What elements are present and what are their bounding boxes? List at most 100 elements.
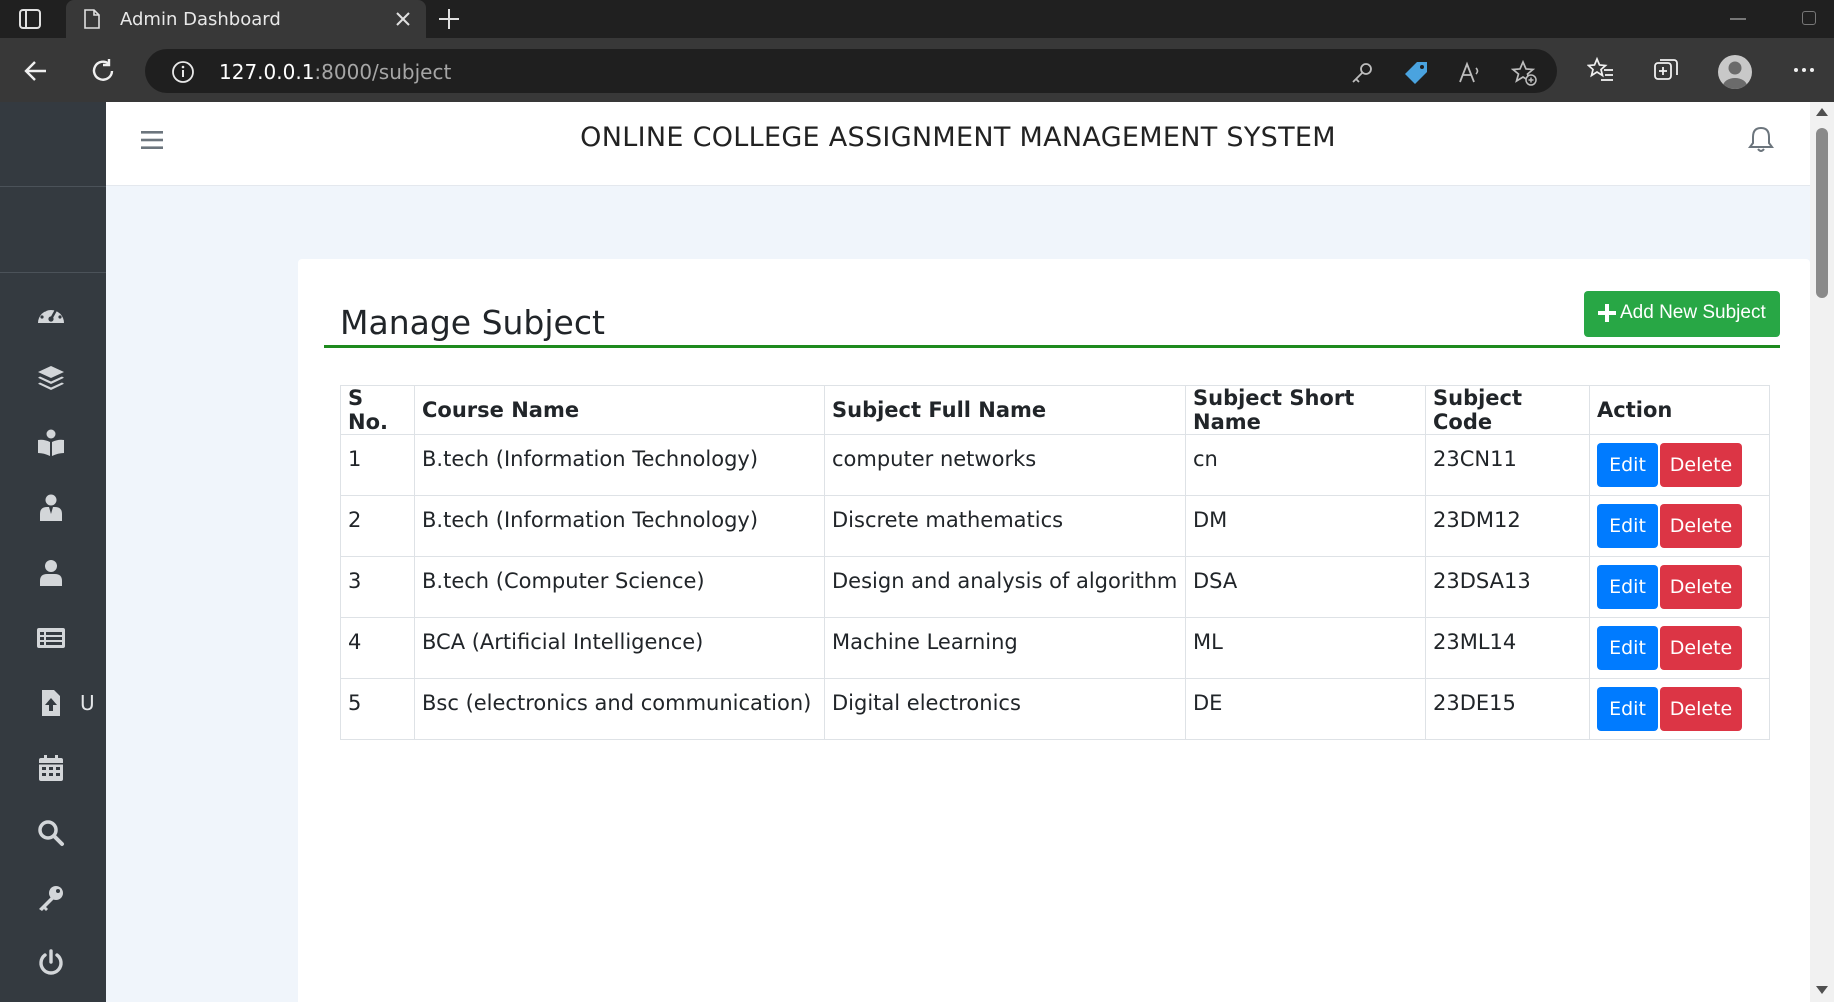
top-navbar: ONLINE COLLEGE ASSIGNMENT MANAGEMENT SYS… [106,102,1810,186]
browser-tab[interactable]: Admin Dashboard [66,0,426,38]
table-row: 1 B.tech (Information Technology) comput… [340,434,1770,496]
delete-button[interactable]: Delete [1660,443,1742,487]
browser-toolbar: 127.0.0.1:8000/subject [0,38,1834,102]
cell-sno: 1 [340,434,415,496]
cell-subject-short-name: cn [1185,434,1426,496]
cell-subject-short-name: ML [1185,617,1426,679]
column-header-subject-short-name: Subject Short Name [1185,385,1426,435]
url-text[interactable]: 127.0.0.1:8000/subject [219,60,451,84]
cell-subject-short-name: DM [1185,495,1426,557]
delete-button[interactable]: Delete [1660,626,1742,670]
sidebar-divider [0,272,106,273]
tab-title: Admin Dashboard [120,9,281,30]
cell-sno: 4 [340,617,415,679]
edit-button[interactable]: Edit [1597,626,1658,670]
price-tag-icon[interactable] [1403,60,1429,86]
key-icon [39,886,63,911]
favorites-icon[interactable] [1587,56,1615,84]
app-title: ONLINE COLLEGE ASSIGNMENT MANAGEMENT SYS… [580,122,1336,153]
cell-action: Edit Delete [1589,617,1770,679]
cell-subject-code: 23DM12 [1425,495,1590,557]
cell-subject-full-name: computer networks [824,434,1186,496]
column-header-course-name: Course Name [414,385,825,435]
table-row: 5 Bsc (electronics and communication) Di… [340,678,1770,740]
column-header-sno: S No. [340,385,415,435]
subjects-table: S No. Course Name Subject Full Name Subj… [340,385,1770,740]
profile-avatar[interactable] [1718,55,1752,89]
vertical-scrollbar[interactable] [1810,102,1834,1002]
sidebar-item-change-password[interactable] [0,870,106,926]
cell-action: Edit Delete [1589,434,1770,496]
read-aloud-icon[interactable] [1457,60,1483,86]
page-icon [84,9,100,29]
close-icon[interactable] [392,8,414,30]
collections-icon[interactable] [1652,56,1680,84]
cell-subject-short-name: DE [1185,678,1426,740]
add-favorite-icon[interactable] [1511,60,1537,86]
column-header-subject-code: Subject Code [1425,385,1590,435]
cell-action: Edit Delete [1589,495,1770,557]
cell-course-name: B.tech (Information Technology) [414,434,825,496]
table-row: 4 BCA (Artificial Intelligence) Machine … [340,617,1770,679]
scroll-up-arrow-icon[interactable] [1816,108,1828,116]
sidebar-item-upload[interactable]: U [0,675,106,731]
power-icon [39,949,63,975]
table-row: 2 B.tech (Information Technology) Discre… [340,495,1770,557]
title-divider [324,345,1780,348]
cell-sno: 5 [340,678,415,740]
table-header-row: S No. Course Name Subject Full Name Subj… [340,385,1770,435]
edit-button[interactable]: Edit [1597,565,1658,609]
table-row: 3 B.tech (Computer Science) Design and a… [340,556,1770,618]
user-icon [40,560,62,586]
more-menu-icon[interactable] [1790,56,1818,84]
info-icon[interactable] [171,60,195,84]
minimize-icon[interactable] [1730,18,1746,20]
cell-action: Edit Delete [1589,678,1770,740]
sidebar-item-calendar[interactable] [0,740,106,796]
sidebar-item-courses[interactable] [0,415,106,471]
key-icon[interactable] [1349,60,1375,86]
page-title: Manage Subject [340,303,605,342]
cell-subject-full-name: Machine Learning [824,617,1186,679]
sidebar-item-search[interactable] [0,805,106,861]
plus-icon [1598,304,1616,322]
new-tab-icon[interactable] [436,6,462,32]
manage-subject-card: Manage Subject Add New Subject S No. Cou… [298,259,1810,1002]
calendar-icon [39,755,63,781]
cell-sno: 3 [340,556,415,618]
cell-sno: 2 [340,495,415,557]
cell-subject-code: 23DE15 [1425,678,1590,740]
delete-button[interactable]: Delete [1660,504,1742,548]
reload-icon[interactable] [89,57,117,85]
bell-icon[interactable] [1748,125,1774,153]
edit-button[interactable]: Edit [1597,687,1658,731]
column-header-action: Action [1589,385,1770,435]
column-header-subject-full-name: Subject Full Name [824,385,1186,435]
cell-action: Edit Delete [1589,556,1770,618]
cell-subject-code: 23DSA13 [1425,556,1590,618]
sidebar-item-teachers[interactable] [0,480,106,536]
maximize-icon[interactable] [1802,11,1816,25]
scrollbar-thumb[interactable] [1816,128,1828,298]
search-icon [38,820,64,846]
file-upload-icon [42,690,60,716]
back-arrow-icon[interactable] [22,57,50,85]
cell-course-name: BCA (Artificial Intelligence) [414,617,825,679]
cell-subject-full-name: Digital electronics [824,678,1186,740]
sidebar-item-dashboard[interactable] [0,285,106,341]
delete-button[interactable]: Delete [1660,565,1742,609]
dashboard-icon [38,305,64,323]
page-viewport: U ONLINE COLLEGE ASSIGNMENT MANAGEMENT S… [0,102,1834,1002]
scroll-down-arrow-icon[interactable] [1816,986,1828,994]
sidebar-item-logout[interactable] [0,935,106,991]
sidebar-item-layers[interactable] [0,350,106,406]
add-new-subject-button[interactable]: Add New Subject [1584,291,1780,337]
edit-button[interactable]: Edit [1597,504,1658,548]
sidebar-toggle-icon[interactable] [18,7,42,31]
edit-button[interactable]: Edit [1597,443,1658,487]
delete-button[interactable]: Delete [1660,687,1742,731]
cell-subject-full-name: Design and analysis of algorithm [824,556,1186,618]
sidebar-item-list[interactable] [0,610,106,666]
sidebar-item-users[interactable] [0,545,106,601]
address-bar[interactable]: 127.0.0.1:8000/subject [145,49,1557,93]
